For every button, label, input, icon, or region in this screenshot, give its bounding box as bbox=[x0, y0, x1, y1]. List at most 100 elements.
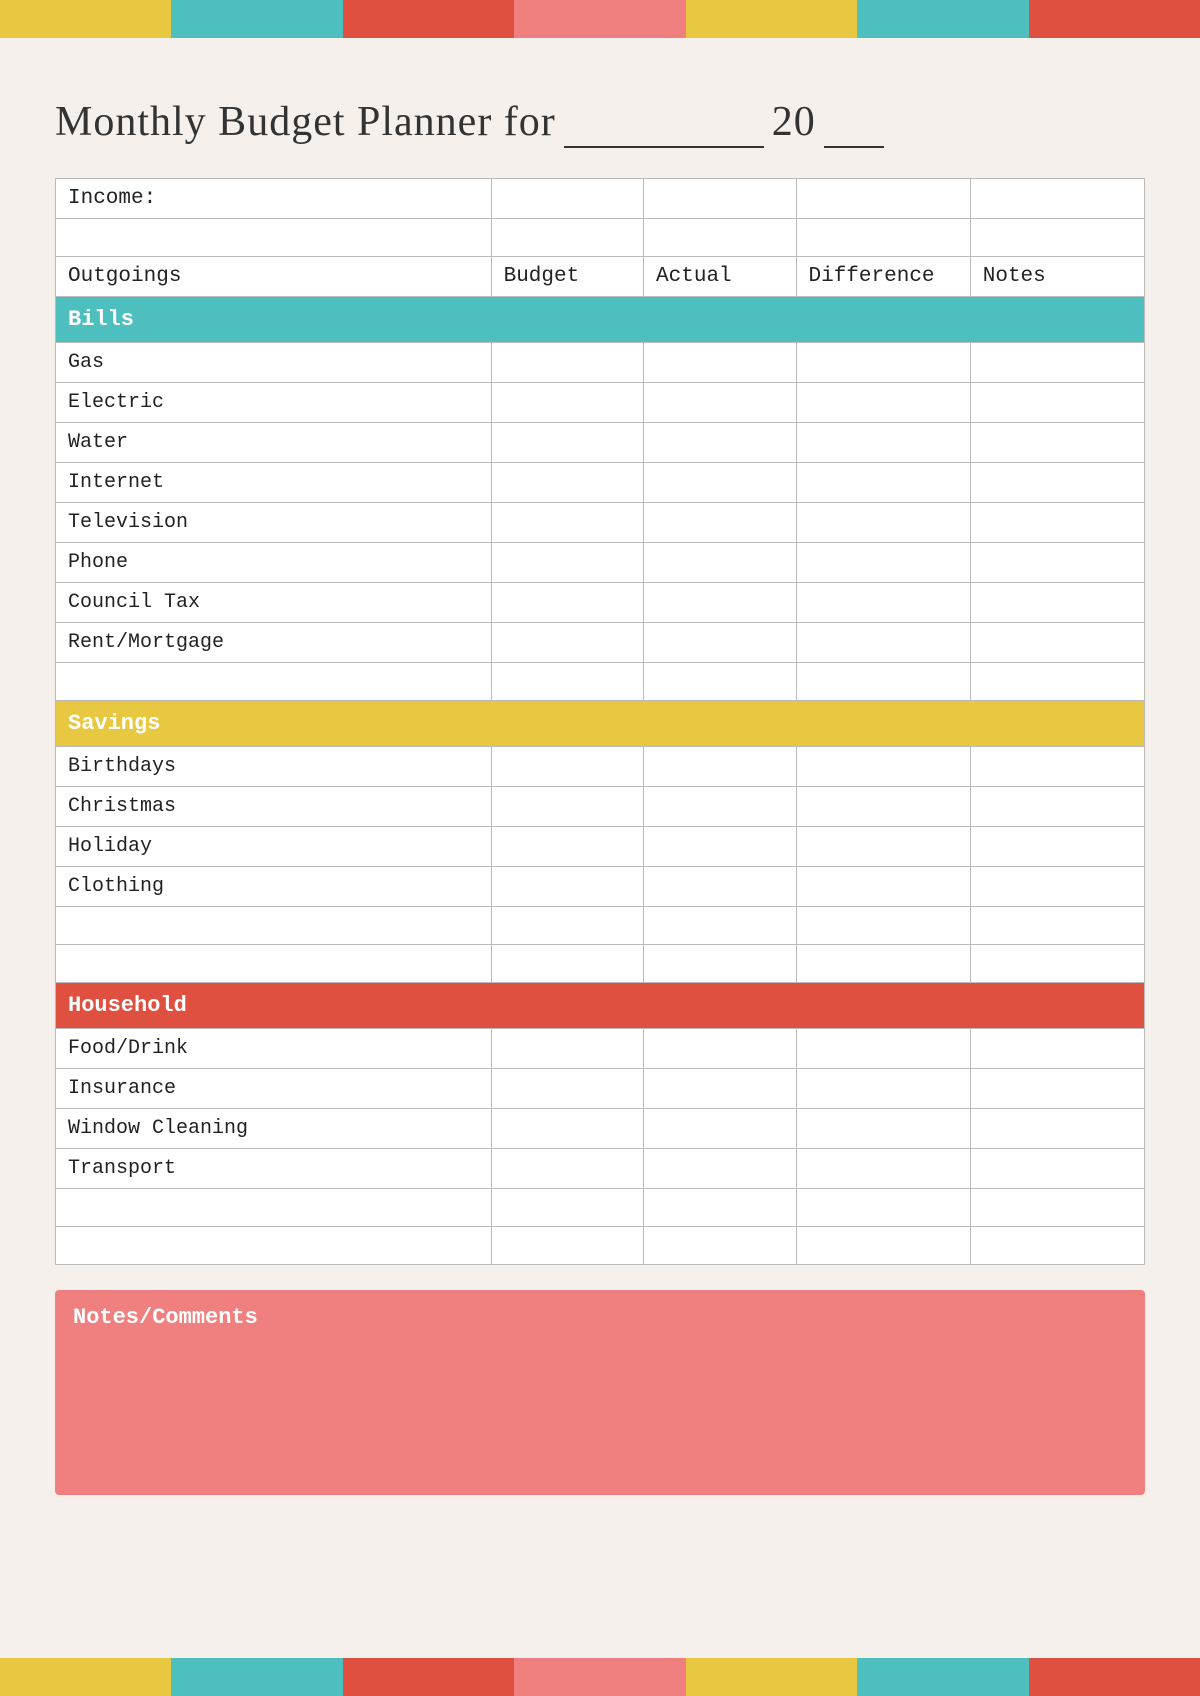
table-row: Gas bbox=[56, 343, 1145, 383]
bills-label: Bills bbox=[56, 297, 1145, 343]
water-diff[interactable] bbox=[796, 423, 970, 463]
income-diff-cell[interactable] bbox=[796, 179, 970, 219]
phone-actual[interactable] bbox=[644, 543, 796, 583]
television-budget[interactable] bbox=[491, 503, 643, 543]
phone-notes[interactable] bbox=[970, 543, 1144, 583]
food-drink-budget[interactable] bbox=[491, 1029, 643, 1069]
christmas-budget[interactable] bbox=[491, 787, 643, 827]
electric-diff[interactable] bbox=[796, 383, 970, 423]
holiday-notes[interactable] bbox=[970, 827, 1144, 867]
internet-actual[interactable] bbox=[644, 463, 796, 503]
income-row: Income: bbox=[56, 179, 1145, 219]
income-notes-cell[interactable] bbox=[970, 179, 1144, 219]
birthdays-diff[interactable] bbox=[796, 747, 970, 787]
clothing-notes[interactable] bbox=[970, 867, 1144, 907]
electric-notes[interactable] bbox=[970, 383, 1144, 423]
budget-table: Income: Outgoings Budget Actual Differen… bbox=[55, 178, 1145, 1265]
internet-notes[interactable] bbox=[970, 463, 1144, 503]
christmas-actual[interactable] bbox=[644, 787, 796, 827]
window-cleaning-budget[interactable] bbox=[491, 1109, 643, 1149]
insurance-actual[interactable] bbox=[644, 1069, 796, 1109]
table-row: Rent/Mortgage bbox=[56, 623, 1145, 663]
electric-actual[interactable] bbox=[644, 383, 796, 423]
water-actual[interactable] bbox=[644, 423, 796, 463]
insurance-notes[interactable] bbox=[970, 1069, 1144, 1109]
outgoings-label: Outgoings bbox=[56, 257, 492, 297]
food-drink-actual[interactable] bbox=[644, 1029, 796, 1069]
window-cleaning-actual[interactable] bbox=[644, 1109, 796, 1149]
clothing-label: Clothing bbox=[56, 867, 492, 907]
title-year-line[interactable] bbox=[824, 98, 884, 148]
council-tax-budget[interactable] bbox=[491, 583, 643, 623]
rent-mortgage-budget[interactable] bbox=[491, 623, 643, 663]
page-content: Monthly Budget Planner for 20 Income: Ou… bbox=[0, 38, 1200, 1525]
rent-mortgage-notes[interactable] bbox=[970, 623, 1144, 663]
transport-notes[interactable] bbox=[970, 1149, 1144, 1189]
empty-row-4 bbox=[56, 945, 1145, 983]
title-month-line[interactable] bbox=[564, 98, 764, 148]
insurance-budget[interactable] bbox=[491, 1069, 643, 1109]
transport-actual[interactable] bbox=[644, 1149, 796, 1189]
electric-label: Electric bbox=[56, 383, 492, 423]
holiday-budget[interactable] bbox=[491, 827, 643, 867]
birthdays-actual[interactable] bbox=[644, 747, 796, 787]
holiday-actual[interactable] bbox=[644, 827, 796, 867]
bottom-banner-block-teal1 bbox=[171, 1658, 342, 1696]
bills-section-header: Bills bbox=[56, 297, 1145, 343]
phone-budget[interactable] bbox=[491, 543, 643, 583]
phone-diff[interactable] bbox=[796, 543, 970, 583]
banner-block-red1 bbox=[343, 0, 514, 38]
gas-diff[interactable] bbox=[796, 343, 970, 383]
council-tax-label: Council Tax bbox=[56, 583, 492, 623]
bottom-banner bbox=[0, 1658, 1200, 1696]
insurance-diff[interactable] bbox=[796, 1069, 970, 1109]
food-drink-notes[interactable] bbox=[970, 1029, 1144, 1069]
transport-label: Transport bbox=[56, 1149, 492, 1189]
clothing-diff[interactable] bbox=[796, 867, 970, 907]
clothing-actual[interactable] bbox=[644, 867, 796, 907]
holiday-diff[interactable] bbox=[796, 827, 970, 867]
difference-col-header: Difference bbox=[796, 257, 970, 297]
council-tax-notes[interactable] bbox=[970, 583, 1144, 623]
rent-mortgage-diff[interactable] bbox=[796, 623, 970, 663]
notes-body[interactable] bbox=[73, 1340, 1127, 1480]
christmas-diff[interactable] bbox=[796, 787, 970, 827]
internet-budget[interactable] bbox=[491, 463, 643, 503]
internet-diff[interactable] bbox=[796, 463, 970, 503]
empty-row-2 bbox=[56, 663, 1145, 701]
gas-budget[interactable] bbox=[491, 343, 643, 383]
council-tax-diff[interactable] bbox=[796, 583, 970, 623]
christmas-label: Christmas bbox=[56, 787, 492, 827]
window-cleaning-notes[interactable] bbox=[970, 1109, 1144, 1149]
household-section-header: Household bbox=[56, 983, 1145, 1029]
food-drink-diff[interactable] bbox=[796, 1029, 970, 1069]
television-diff[interactable] bbox=[796, 503, 970, 543]
income-budget-cell[interactable] bbox=[491, 179, 643, 219]
birthdays-notes[interactable] bbox=[970, 747, 1144, 787]
christmas-notes[interactable] bbox=[970, 787, 1144, 827]
title-area: Monthly Budget Planner for 20 bbox=[55, 98, 1145, 148]
empty-row-5 bbox=[56, 1189, 1145, 1227]
banner-block-pink1 bbox=[514, 0, 685, 38]
window-cleaning-label: Window Cleaning bbox=[56, 1109, 492, 1149]
gas-notes[interactable] bbox=[970, 343, 1144, 383]
transport-diff[interactable] bbox=[796, 1149, 970, 1189]
television-notes[interactable] bbox=[970, 503, 1144, 543]
birthdays-label: Birthdays bbox=[56, 747, 492, 787]
table-row: Internet bbox=[56, 463, 1145, 503]
water-budget[interactable] bbox=[491, 423, 643, 463]
empty-row-3 bbox=[56, 907, 1145, 945]
electric-budget[interactable] bbox=[491, 383, 643, 423]
council-tax-actual[interactable] bbox=[644, 583, 796, 623]
table-row: Phone bbox=[56, 543, 1145, 583]
income-actual-cell[interactable] bbox=[644, 179, 796, 219]
rent-mortgage-actual[interactable] bbox=[644, 623, 796, 663]
birthdays-budget[interactable] bbox=[491, 747, 643, 787]
gas-actual[interactable] bbox=[644, 343, 796, 383]
clothing-budget[interactable] bbox=[491, 867, 643, 907]
television-actual[interactable] bbox=[644, 503, 796, 543]
transport-budget[interactable] bbox=[491, 1149, 643, 1189]
water-notes[interactable] bbox=[970, 423, 1144, 463]
window-cleaning-diff[interactable] bbox=[796, 1109, 970, 1149]
table-row: Window Cleaning bbox=[56, 1109, 1145, 1149]
